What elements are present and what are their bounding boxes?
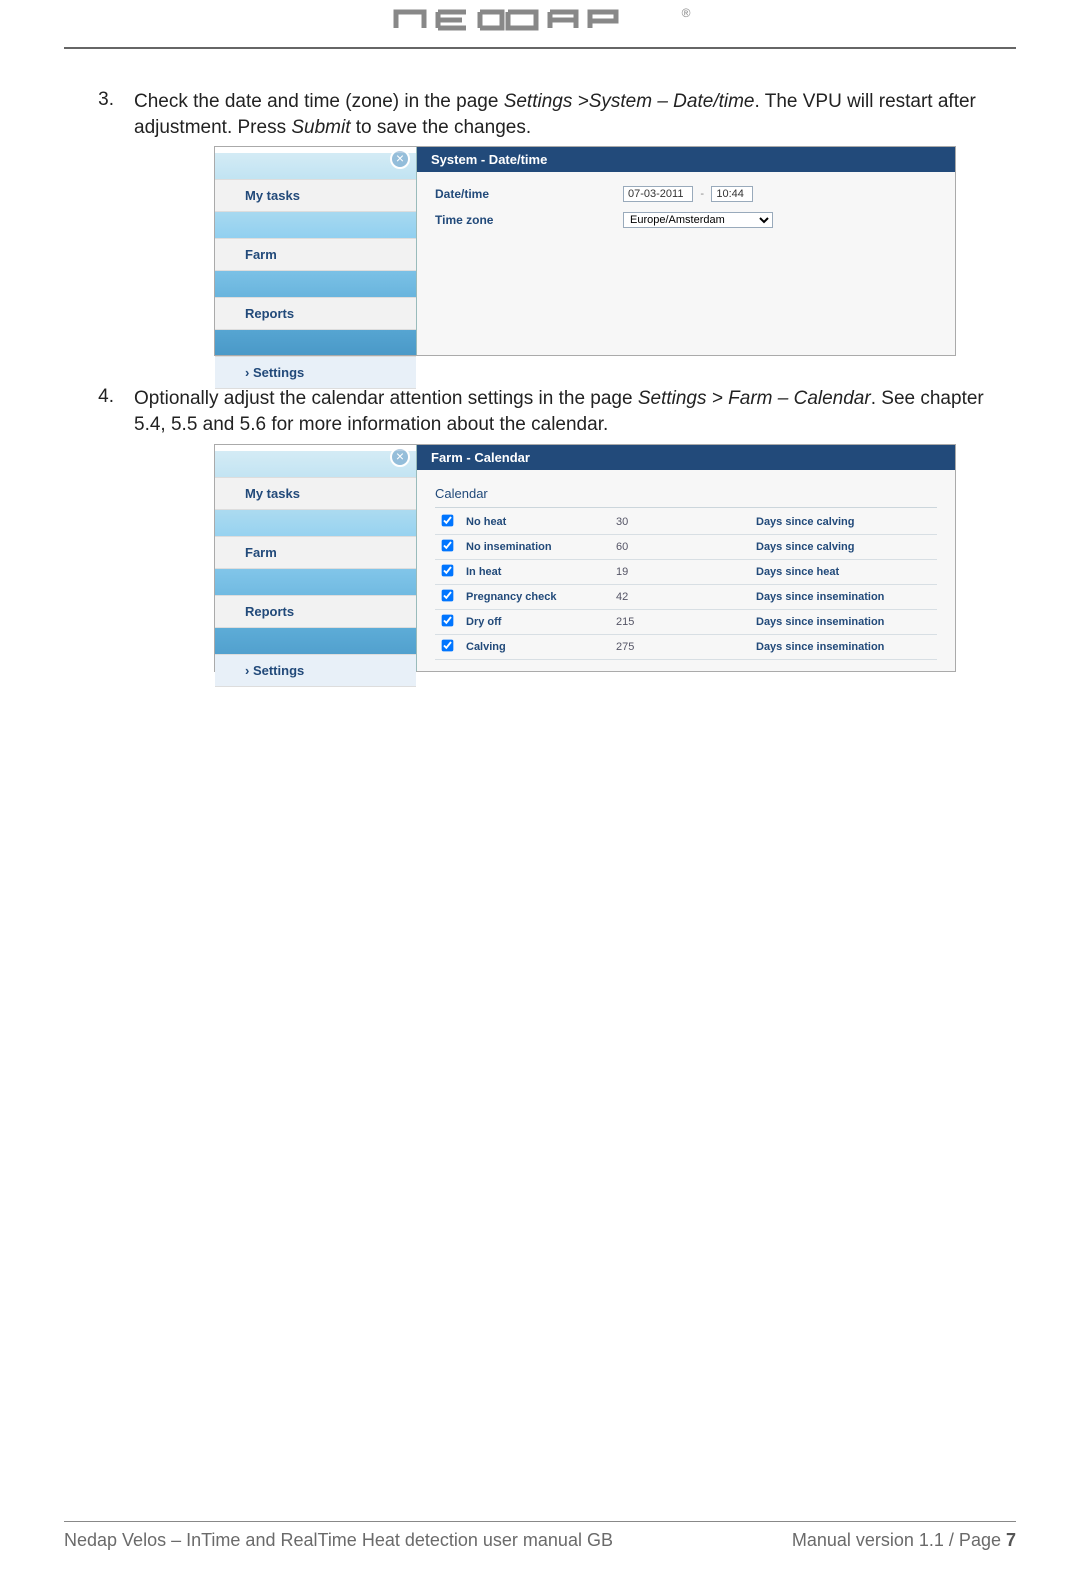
calendar-row-desc: Days since insemination (750, 634, 937, 659)
footer-right: Manual version 1.1 / Page 7 (792, 1530, 1016, 1551)
step-number: 4. (80, 386, 134, 437)
datetime-controls: - (623, 186, 753, 202)
time-input[interactable] (711, 186, 753, 202)
calendar-row-checkbox[interactable] (442, 614, 454, 626)
table-row: No heat30Days since calving (435, 510, 937, 535)
app-sidebar: × My tasks Farm Reports Settings (215, 147, 417, 355)
nedap-logo-icon (390, 6, 680, 34)
timezone-select[interactable]: Europe/Amsterdam (623, 212, 773, 228)
panel-title: Farm - Calendar (417, 445, 955, 470)
calendar-row-label: Dry off (460, 609, 610, 634)
step-text-frag: Check the date and time (zone) in the pa… (134, 91, 504, 112)
sidebar-item-mytasks[interactable]: My tasks (215, 179, 416, 212)
table-row: Calving275Days since insemination (435, 634, 937, 659)
step-number: 3. (80, 89, 134, 140)
label-datetime: Date/time (435, 187, 623, 201)
step-text-italic: Settings >System – Date/time (504, 91, 755, 112)
section-heading: Calendar (435, 484, 937, 508)
step-4: 4. Optionally adjust the calendar attent… (80, 386, 1000, 437)
step-text-italic: Settings > Farm – Calendar (638, 388, 871, 409)
calendar-row-label: Pregnancy check (460, 584, 610, 609)
footer-left: Nedap Velos – InTime and RealTime Heat d… (64, 1530, 613, 1551)
calendar-row-checkbox[interactable] (442, 514, 454, 526)
date-input[interactable] (623, 186, 693, 202)
calendar-table: No heat30Days since calvingNo inseminati… (435, 510, 937, 660)
calendar-row-label: No heat (460, 510, 610, 535)
step-text-frag: Optionally adjust the calendar attention… (134, 388, 638, 409)
page-header: ® (0, 0, 1080, 39)
footer-right-text: Manual version 1.1 / Page (792, 1530, 1006, 1550)
calendar-row-label: In heat (460, 559, 610, 584)
calendar-row-label: Calving (460, 634, 610, 659)
footer-divider (64, 1521, 1016, 1522)
app-main: Farm - Calendar Calendar No heat30Days s… (417, 445, 955, 671)
calendar-row-checkbox[interactable] (442, 564, 454, 576)
sidebar-item-mytasks[interactable]: My tasks (215, 477, 416, 510)
close-icon[interactable]: × (390, 447, 410, 467)
table-row: In heat19Days since heat (435, 559, 937, 584)
calendar-row-desc: Days since heat (750, 559, 937, 584)
sidebar-item-farm[interactable]: Farm (215, 536, 416, 569)
table-row: Pregnancy check42Days since insemination (435, 584, 937, 609)
sidebar-item-farm[interactable]: Farm (215, 238, 416, 271)
table-row: Dry off215Days since insemination (435, 609, 937, 634)
page-number: 7 (1006, 1530, 1016, 1550)
calendar-row-value: 215 (610, 609, 750, 634)
calendar-row-value: 30 (610, 510, 750, 535)
step-text-frag: to save the changes. (350, 117, 531, 138)
sidebar-item-settings[interactable]: Settings (215, 356, 416, 389)
step-text: Optionally adjust the calendar attention… (134, 386, 1000, 437)
step-text-italic: Submit (291, 117, 350, 138)
sidebar-item-settings[interactable]: Settings (215, 654, 416, 687)
screenshot-system-datetime: × My tasks Farm Reports Settings System … (214, 146, 956, 356)
calendar-row-value: 275 (610, 634, 750, 659)
calendar-row-label: No insemination (460, 534, 610, 559)
app-main: System - Date/time Date/time - Time zone (417, 147, 955, 355)
label-timezone: Time zone (435, 213, 623, 227)
sidebar-item-reports[interactable]: Reports (215, 595, 416, 628)
app-sidebar: × My tasks Farm Reports Settings (215, 445, 417, 671)
datetime-separator: - (700, 188, 704, 200)
table-row: No insemination60Days since calving (435, 534, 937, 559)
panel-title: System - Date/time (417, 147, 955, 172)
calendar-row-desc: Days since insemination (750, 609, 937, 634)
registered-mark: ® (682, 6, 691, 20)
calendar-row-checkbox[interactable] (442, 539, 454, 551)
page-footer: Nedap Velos – InTime and RealTime Heat d… (64, 1521, 1016, 1551)
form-row-datetime: Date/time - (435, 186, 937, 202)
step-3: 3. Check the date and time (zone) in the… (80, 89, 1000, 140)
screenshot-farm-calendar: × My tasks Farm Reports Settings Farm - … (214, 444, 956, 672)
step-text: Check the date and time (zone) in the pa… (134, 89, 1000, 140)
calendar-row-checkbox[interactable] (442, 639, 454, 651)
calendar-row-desc: Days since calving (750, 534, 937, 559)
calendar-row-value: 42 (610, 584, 750, 609)
calendar-row-value: 19 (610, 559, 750, 584)
calendar-row-value: 60 (610, 534, 750, 559)
calendar-row-checkbox[interactable] (442, 589, 454, 601)
calendar-row-desc: Days since calving (750, 510, 937, 535)
calendar-row-desc: Days since insemination (750, 584, 937, 609)
brand-logo (390, 6, 680, 34)
form-row-timezone: Time zone Europe/Amsterdam (435, 212, 937, 228)
sidebar-item-reports[interactable]: Reports (215, 297, 416, 330)
